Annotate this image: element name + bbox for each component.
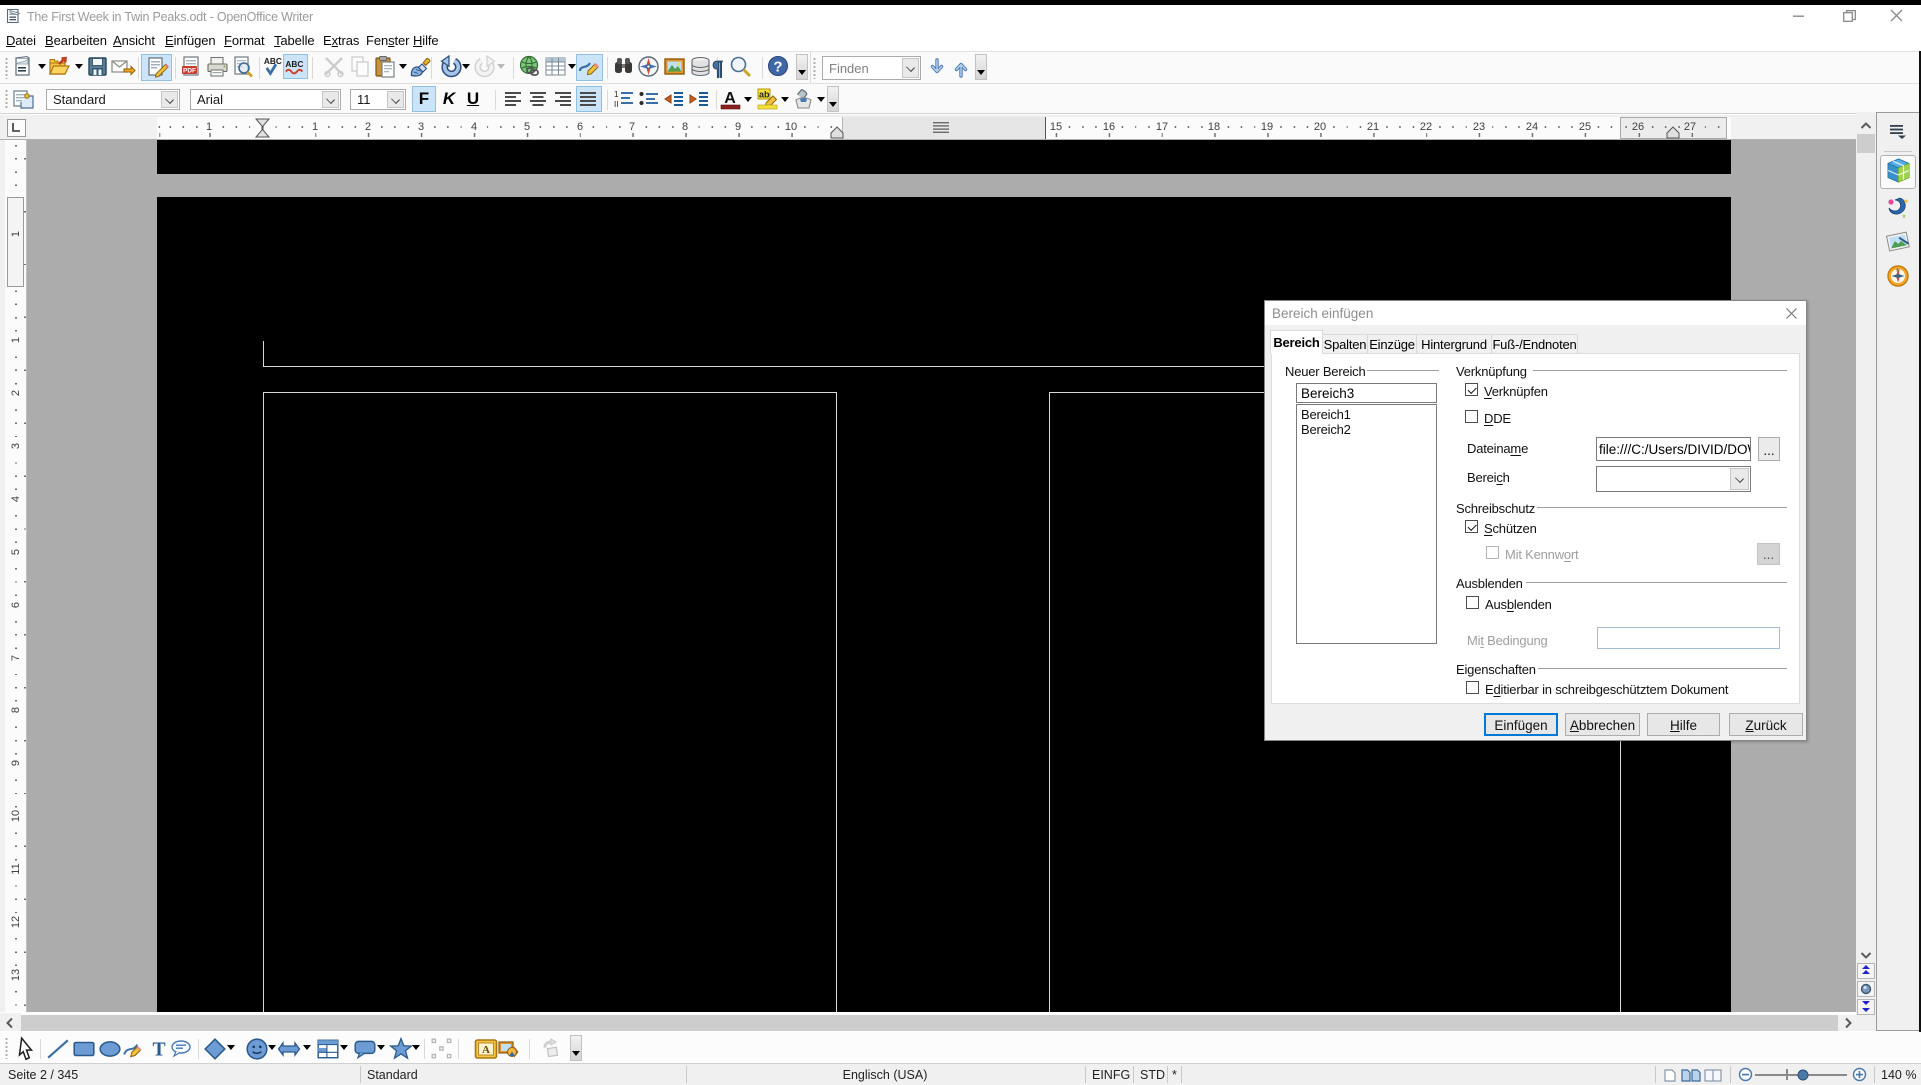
svg-text:ABC: ABC [264, 56, 282, 66]
svg-text:A: A [482, 1044, 490, 1056]
svg-text:A: A [724, 90, 736, 107]
svg-text:ab: ab [759, 90, 770, 100]
svg-text:1: 1 [614, 90, 619, 99]
svg-text:T: T [152, 1040, 165, 1061]
svg-text:PDF: PDF [183, 68, 196, 75]
svg-text:?: ? [773, 59, 782, 76]
svg-text:N: N [1896, 268, 1899, 273]
svg-text:II: II [614, 100, 618, 109]
svg-text:ABC: ABC [285, 59, 303, 69]
svg-text:¶: ¶ [712, 56, 723, 80]
